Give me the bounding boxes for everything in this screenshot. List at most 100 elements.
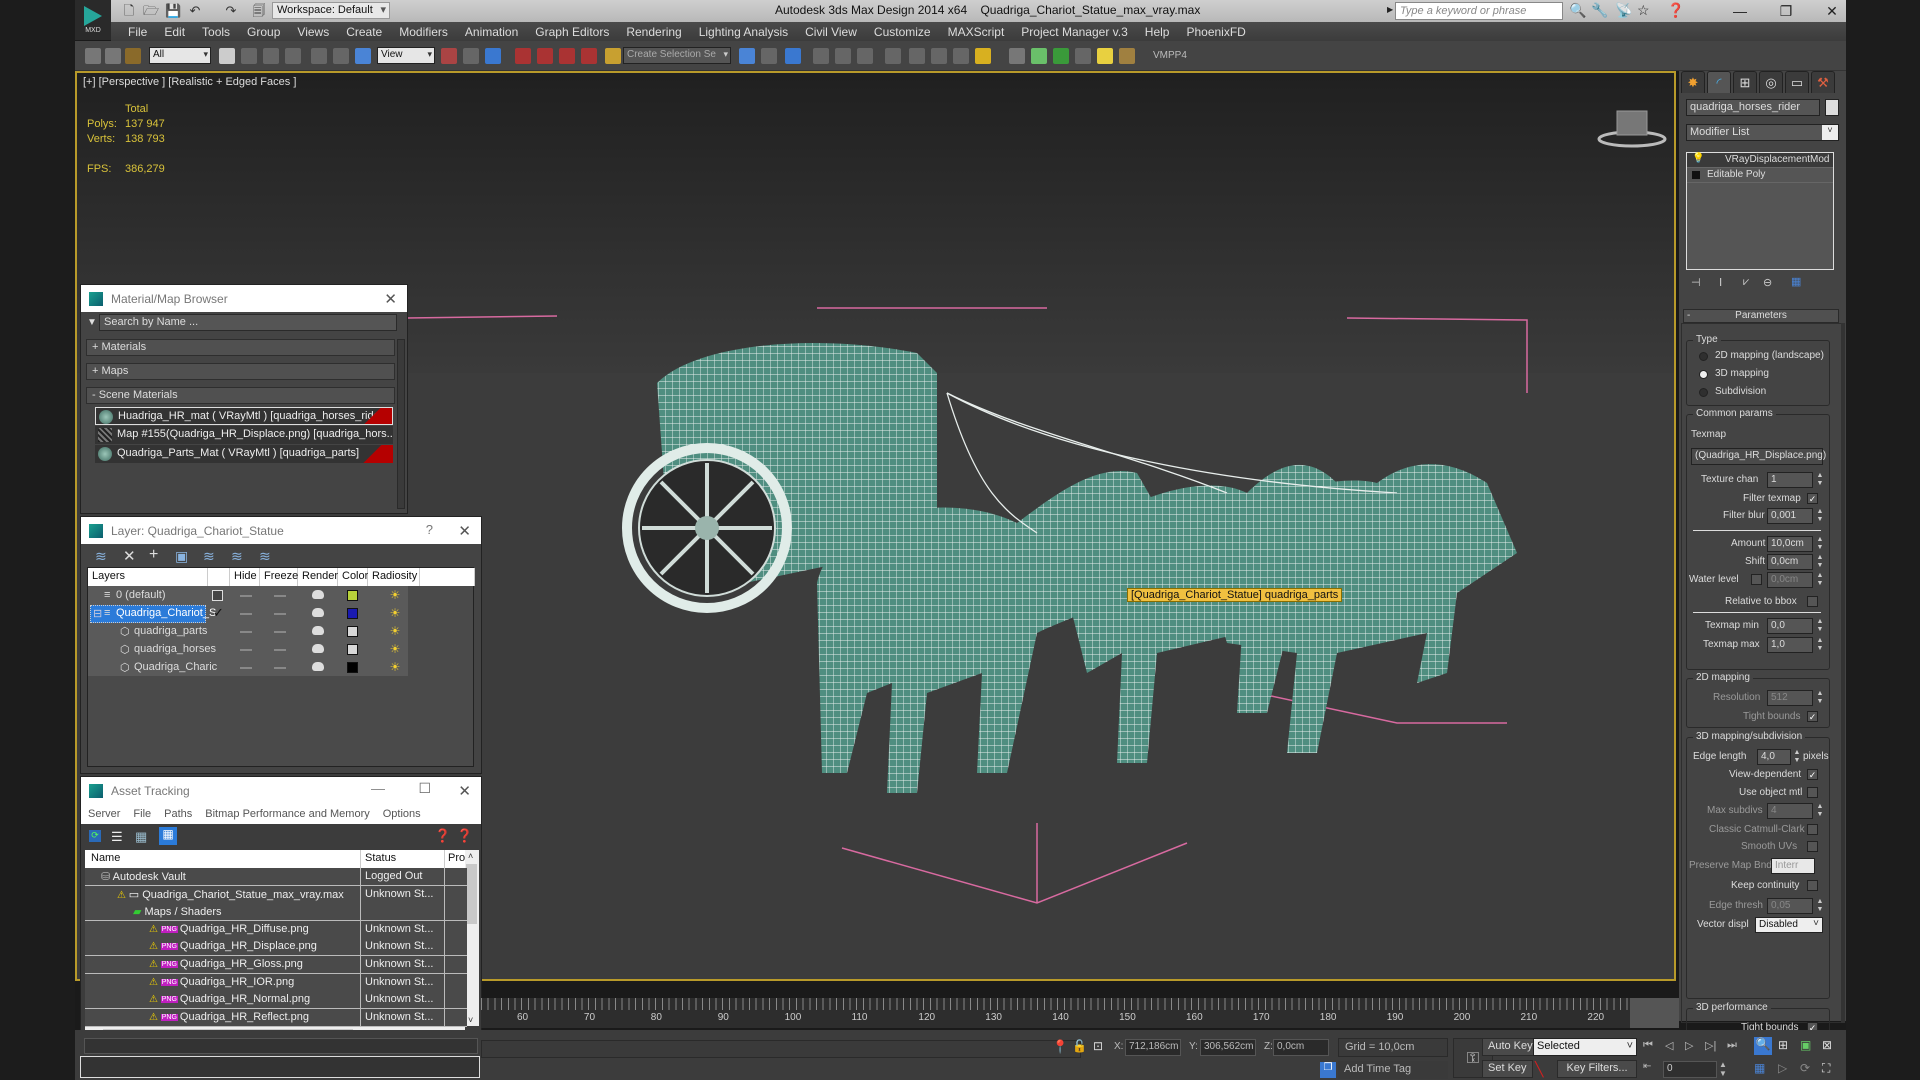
- default-in-out-tangent-icon[interactable]: ╲: [1535, 1061, 1543, 1078]
- search-options-icon[interactable]: ▼: [87, 317, 97, 328]
- keyboard-shortcut-override-icon[interactable]: [485, 48, 501, 64]
- col-render[interactable]: Render: [298, 568, 338, 586]
- radio-subdivision-label[interactable]: Subdivision: [1715, 386, 1766, 397]
- edit-named-selection-icon[interactable]: [605, 48, 621, 64]
- parameters-rollout-header[interactable]: - Parameters: [1683, 309, 1839, 323]
- select-manipulate-icon[interactable]: [463, 48, 479, 64]
- material-list-item[interactable]: Huadriga_HR_mat ( VRayMtl ) [quadriga_ho…: [95, 407, 393, 425]
- favorites-star-icon[interactable]: ☆: [1637, 2, 1650, 19]
- radiosity-sun-icon[interactable]: ☀: [387, 588, 403, 603]
- stack-item-editable-poly[interactable]: Editable Poly: [1687, 168, 1833, 183]
- walk-through-icon[interactable]: ⛶: [1822, 1061, 1830, 1076]
- save-icon[interactable]: 💾: [165, 3, 181, 19]
- curve-editor-icon[interactable]: [835, 48, 851, 64]
- radio-3d-mapping-label[interactable]: 3D mapping: [1715, 368, 1769, 379]
- tight-bounds-checkbox[interactable]: ✓: [1807, 711, 1818, 722]
- new-file-icon[interactable]: 🗋: [121, 3, 137, 19]
- thumbnail-view-icon[interactable]: ▦: [135, 829, 147, 845]
- radiosity-sun-icon[interactable]: ☀: [387, 660, 403, 675]
- search-expand-icon[interactable]: ▶: [1387, 5, 1393, 14]
- menu-server[interactable]: Server: [88, 808, 120, 820]
- add-time-tag-button[interactable]: Add Time Tag: [1338, 1061, 1448, 1079]
- binoculars-icon[interactable]: 🔍: [1569, 2, 1586, 19]
- restore-button[interactable]: ❐: [1763, 0, 1809, 22]
- col-layers[interactable]: Layers: [88, 568, 208, 586]
- layer-color-swatch[interactable]: [347, 626, 358, 637]
- layer-row[interactable]: ⊟ ≡ Quadriga_Chariot_S ✓ ☀: [90, 605, 475, 623]
- stack-item-vraydisplacementmod[interactable]: 💡 VRayDisplacementMod: [1687, 153, 1833, 168]
- table-view-icon[interactable]: ▦: [159, 827, 177, 845]
- x-coord-input[interactable]: 712,186cm: [1125, 1039, 1181, 1056]
- asset-row[interactable]: ⚠ PNG Quadriga_HR_Displace.png Unknown St.…: [85, 938, 467, 957]
- select-in-layer-icon[interactable]: ▣: [175, 548, 188, 565]
- selection-lock-icon[interactable]: 🔓: [1072, 1039, 1087, 1053]
- asset-row[interactable]: ⚠ ▭ Quadriga_Chariot_Statue_max_vray.max…: [85, 885, 467, 904]
- rollout-scene-materials[interactable]: - Scene Materials: [86, 387, 395, 404]
- vector-displ-dropdown[interactable]: Disabled ˅: [1755, 917, 1823, 933]
- menu-file[interactable]: File: [133, 808, 151, 820]
- pin-stack-icon[interactable]: ⊣: [1691, 276, 1701, 289]
- relative-bbox-checkbox[interactable]: [1807, 596, 1818, 607]
- water-level-spinner[interactable]: ▲ ▼: [1816, 572, 1824, 588]
- radio-subdivision[interactable]: [1699, 388, 1708, 397]
- modify-tab-icon[interactable]: ◜: [1707, 71, 1731, 93]
- hide-toggle[interactable]: [240, 631, 252, 633]
- render-teapot-icon[interactable]: [312, 626, 324, 635]
- zoom-extents-all-icon[interactable]: ⊞: [1778, 1038, 1788, 1052]
- remove-modifier-icon[interactable]: ⊖: [1763, 276, 1772, 289]
- minimize-button[interactable]: —: [1717, 0, 1763, 22]
- classic-catmull-clark-checkbox[interactable]: [1807, 824, 1818, 835]
- texmap-min-spinner[interactable]: ▲ ▼: [1816, 618, 1824, 634]
- view-dependent-checkbox[interactable]: ✓: [1807, 769, 1818, 780]
- add-to-layer-icon[interactable]: +: [149, 546, 158, 564]
- render-warning-icon[interactable]: [975, 48, 991, 64]
- material-list-item[interactable]: Quadriga_Parts_Mat ( VRayMtl ) [quadriga…: [95, 445, 393, 463]
- window-crossing-icon[interactable]: [285, 48, 301, 64]
- edge-length-spinner[interactable]: ▲ ▼: [1793, 749, 1801, 765]
- menu-phoenixfd[interactable]: PhoenixFD: [1186, 25, 1245, 39]
- material-list-item[interactable]: Map #155(Quadriga_HR_Displace.png) [quad…: [95, 426, 393, 444]
- layer-color-swatch[interactable]: [347, 590, 358, 601]
- delete-layer-icon[interactable]: ✕: [123, 547, 136, 565]
- z-coord-input[interactable]: 0,0cm: [1273, 1039, 1329, 1056]
- maximize-viewport-icon[interactable]: ⊠: [1822, 1038, 1832, 1052]
- collapse-icon[interactable]: ⊟: [93, 607, 102, 620]
- radio-2d-mapping-label[interactable]: 2D mapping (landscape): [1715, 350, 1824, 361]
- material-search-input[interactable]: Search by Name ...: [99, 314, 397, 331]
- current-frame-input[interactable]: 0: [1663, 1061, 1717, 1078]
- menu-views[interactable]: Views: [297, 25, 329, 39]
- rollout-materials[interactable]: + Materials: [86, 339, 395, 356]
- hide-toggle[interactable]: [240, 613, 252, 615]
- open-file-icon[interactable]: 🗁: [143, 3, 159, 19]
- smooth-uvs-checkbox[interactable]: [1807, 841, 1818, 852]
- menu-tools[interactable]: Tools: [202, 25, 230, 39]
- asset-row[interactable]: ⚠ PNG Quadriga_HR_Gloss.png Unknown St...: [85, 956, 467, 974]
- key-tool-icon[interactable]: 🔧: [1591, 2, 1608, 19]
- col-hide[interactable]: Hide: [230, 568, 260, 586]
- close-icon[interactable]: ✕: [458, 782, 471, 800]
- show-end-result-icon[interactable]: Ⅰ: [1719, 276, 1722, 289]
- freeze-all-layers-icon[interactable]: ≋: [259, 548, 271, 565]
- rendered-frame-icon[interactable]: [931, 48, 947, 64]
- undo-icon[interactable]: ↶: [187, 3, 203, 19]
- list-view-icon[interactable]: ☰: [111, 829, 123, 845]
- layer-color-swatch[interactable]: [347, 644, 358, 655]
- menu-rendering[interactable]: Rendering: [626, 25, 681, 39]
- object-color-swatch[interactable]: [1825, 99, 1839, 116]
- layer-manager-icon[interactable]: [785, 48, 801, 64]
- menu-animation[interactable]: Animation: [465, 25, 518, 39]
- menu-paths[interactable]: Paths: [164, 808, 192, 820]
- render-setup-icon[interactable]: [909, 48, 925, 64]
- angle-snap-icon[interactable]: [537, 48, 553, 64]
- asset-row[interactable]: ⛁ Autodesk Vault Logged Out: [85, 868, 467, 886]
- asset-tracking-titlebar[interactable]: Asset Tracking — ☐ ✕: [81, 777, 481, 804]
- key-mode-dropdown[interactable]: Selected ˅: [1533, 1038, 1637, 1056]
- pan-view-icon[interactable]: ▷: [1778, 1061, 1787, 1075]
- vray-mesh-icon[interactable]: [1053, 48, 1069, 64]
- vray-proxy-icon[interactable]: [1075, 48, 1091, 64]
- select-by-name-icon[interactable]: [241, 48, 257, 64]
- radiosity-sun-icon[interactable]: ☀: [387, 606, 403, 621]
- radio-3d-mapping[interactable]: [1699, 370, 1708, 379]
- radiosity-sun-icon[interactable]: ☀: [387, 642, 403, 657]
- close-window-button[interactable]: ✕: [1809, 0, 1855, 22]
